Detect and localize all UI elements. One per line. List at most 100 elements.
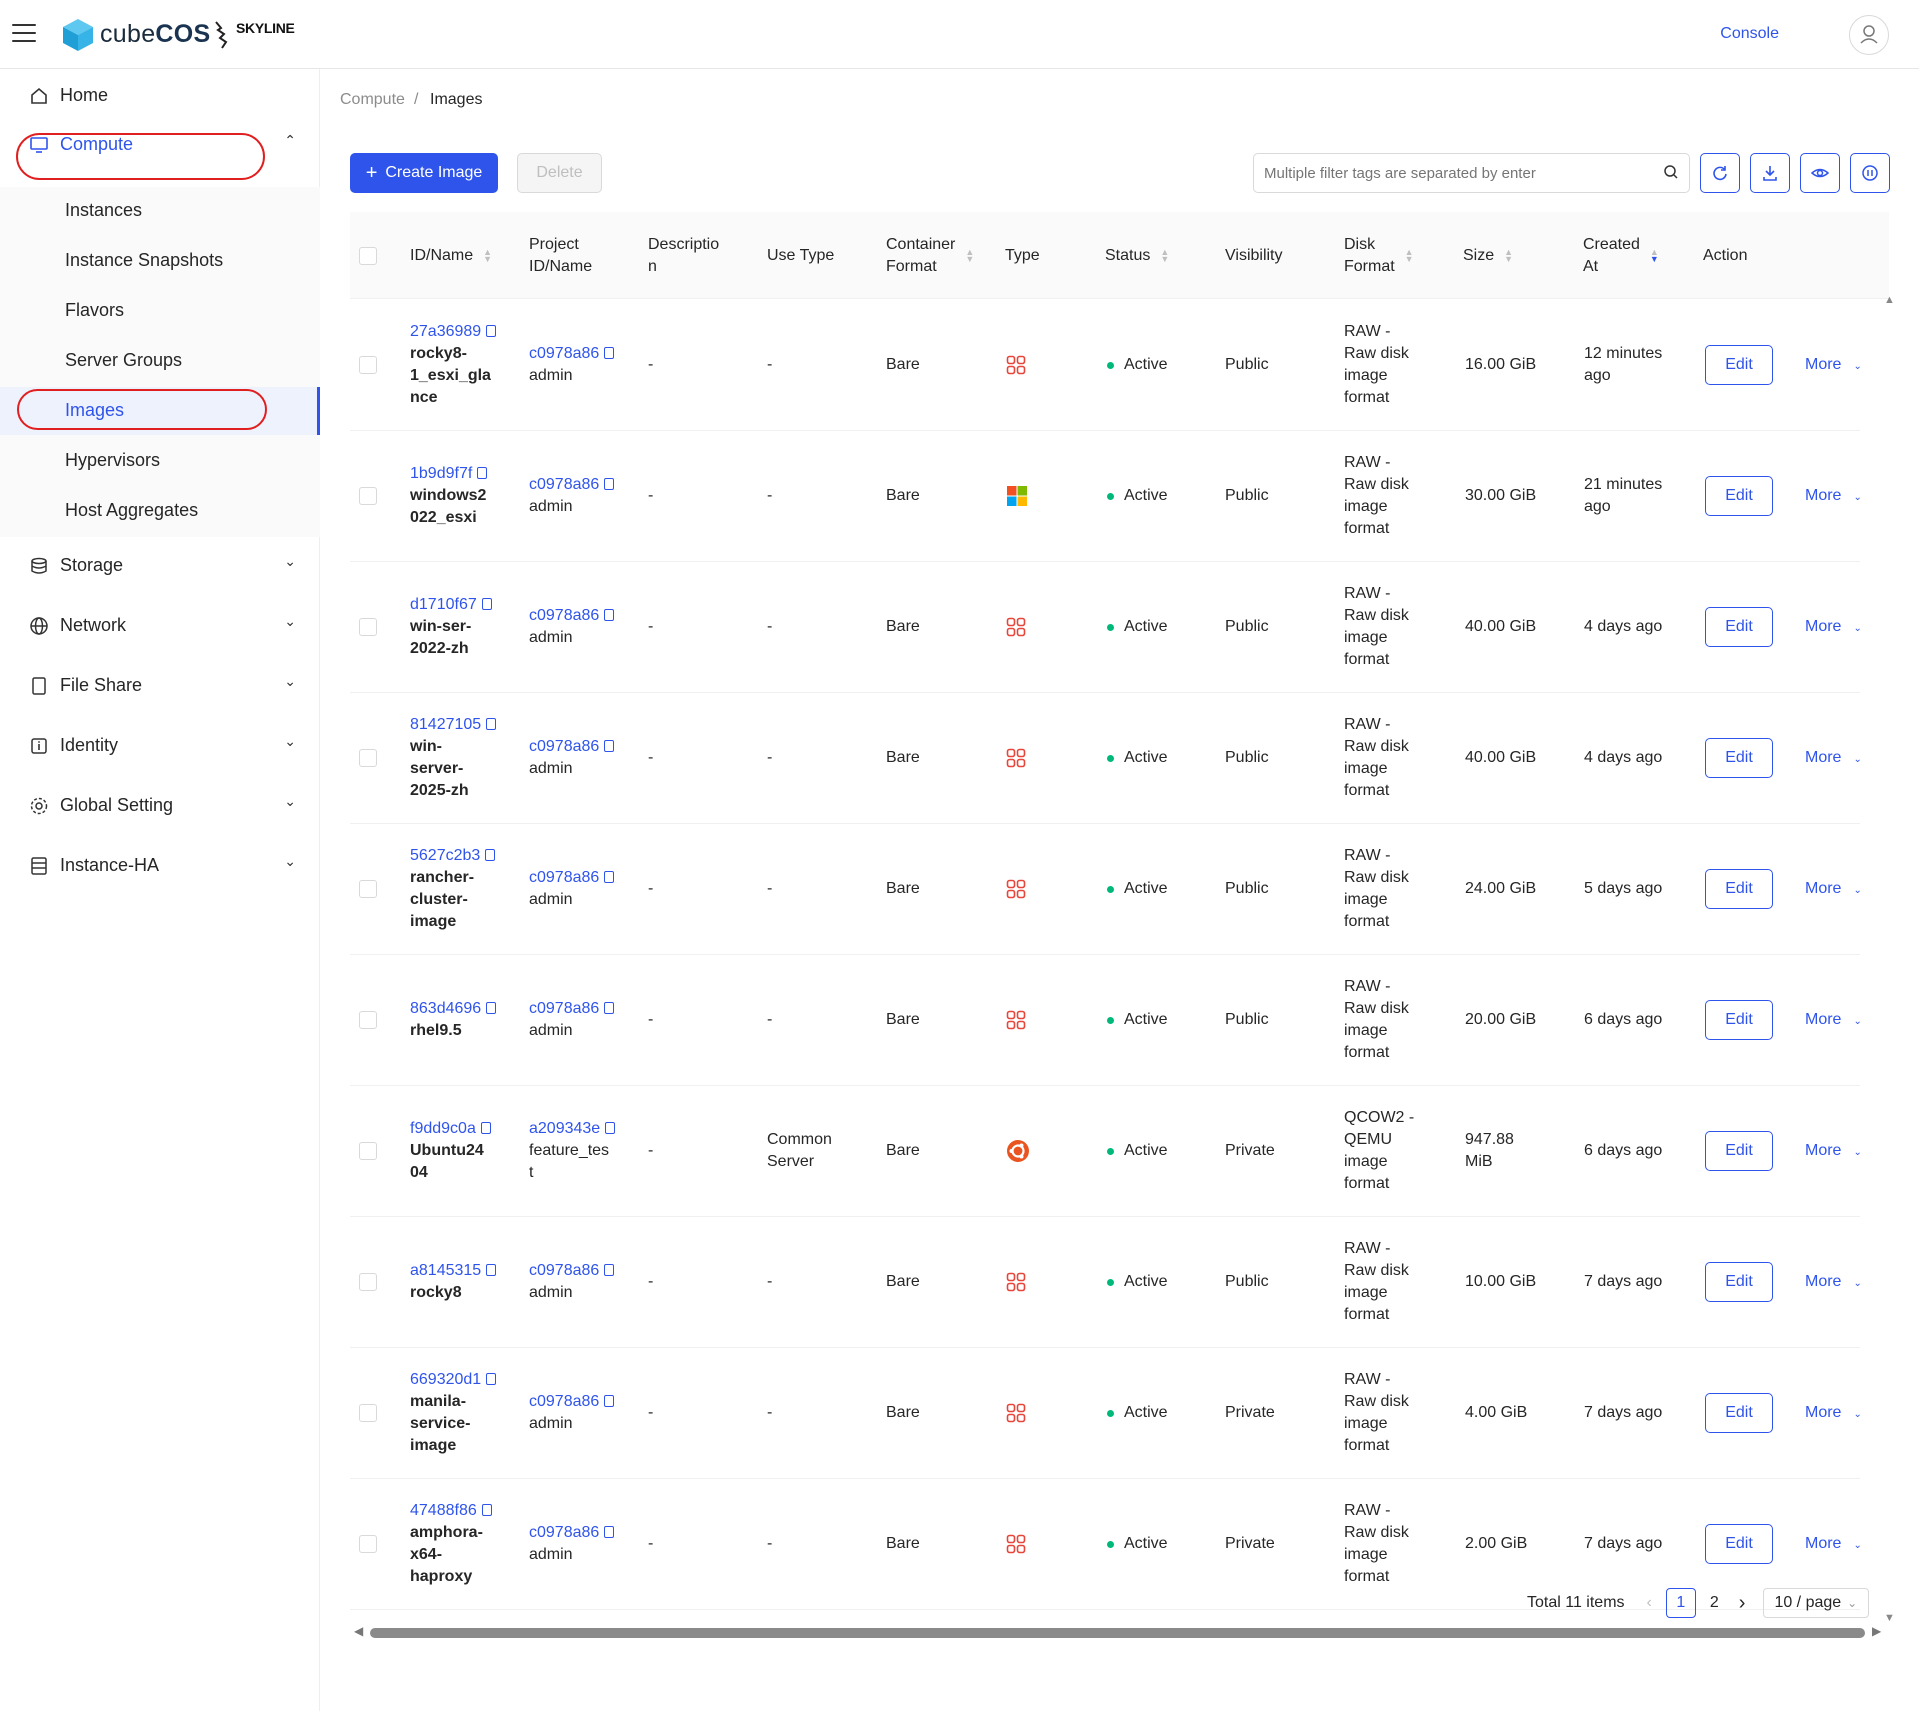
copy-icon[interactable] bbox=[480, 1122, 491, 1134]
col-id-name[interactable]: ID/Name ▲ ▼ bbox=[410, 212, 492, 299]
project-id-link[interactable]: c0978a86 bbox=[529, 738, 599, 755]
row-checkbox[interactable] bbox=[359, 880, 377, 898]
image-id-link[interactable]: 5627c2b3 bbox=[410, 847, 480, 864]
delete-button[interactable]: Delete bbox=[517, 153, 602, 193]
nav-network[interactable]: Network ⌄ bbox=[0, 599, 320, 651]
image-id-link[interactable]: 863d4696 bbox=[410, 1000, 481, 1017]
copy-icon[interactable] bbox=[604, 871, 615, 883]
sidebar-item-instances[interactable]: Instances bbox=[0, 187, 320, 235]
copy-icon[interactable] bbox=[485, 849, 496, 861]
columns-button[interactable] bbox=[1800, 153, 1840, 193]
more-dropdown[interactable]: More ⌄ bbox=[1805, 1404, 1862, 1422]
more-dropdown[interactable]: More ⌄ bbox=[1805, 356, 1862, 374]
copy-icon[interactable] bbox=[604, 740, 615, 752]
image-id-link[interactable]: 1b9d9f7f bbox=[410, 465, 472, 482]
copy-icon[interactable] bbox=[486, 1002, 497, 1014]
col-created-at[interactable]: Created At ▲ ▼ bbox=[1583, 212, 1659, 299]
refresh-button[interactable] bbox=[1700, 153, 1740, 193]
scroll-up-arrow-icon[interactable]: ▲ bbox=[1884, 294, 1895, 306]
nav-file-share[interactable]: File Share ⌄ bbox=[0, 659, 320, 711]
menu-icon[interactable] bbox=[12, 24, 36, 44]
prev-page-icon[interactable]: ‹ bbox=[1647, 1594, 1652, 1612]
search-icon[interactable] bbox=[1663, 164, 1679, 180]
row-checkbox[interactable] bbox=[359, 356, 377, 374]
project-id-link[interactable]: a209343e bbox=[529, 1120, 600, 1137]
edit-button[interactable]: Edit bbox=[1705, 1524, 1773, 1564]
sort-icon[interactable]: ▲ ▼ bbox=[483, 247, 492, 263]
col-disk-format[interactable]: Disk Format ▲ ▼ bbox=[1344, 212, 1414, 299]
copy-icon[interactable] bbox=[477, 467, 488, 479]
image-id-link[interactable]: 81427105 bbox=[410, 716, 481, 733]
row-checkbox[interactable] bbox=[359, 618, 377, 636]
edit-button[interactable]: Edit bbox=[1705, 1393, 1773, 1433]
project-id-link[interactable]: c0978a86 bbox=[529, 345, 599, 362]
filter-search[interactable] bbox=[1253, 153, 1690, 193]
create-image-button[interactable]: + Create Image bbox=[350, 153, 498, 193]
sort-icon[interactable]: ▲ ▼ bbox=[1405, 247, 1414, 263]
more-dropdown[interactable]: More ⌄ bbox=[1805, 1535, 1862, 1553]
sort-icon[interactable]: ▲ ▼ bbox=[1504, 247, 1513, 263]
image-id-link[interactable]: 27a36989 bbox=[410, 323, 481, 340]
edit-button[interactable]: Edit bbox=[1705, 607, 1773, 647]
sidebar-item-hypervisors[interactable]: Hypervisors bbox=[0, 437, 320, 485]
nav-global-setting[interactable]: Global Setting ⌄ bbox=[0, 779, 320, 831]
row-checkbox[interactable] bbox=[359, 1535, 377, 1553]
row-checkbox[interactable] bbox=[359, 1011, 377, 1029]
project-id-link[interactable]: c0978a86 bbox=[529, 607, 599, 624]
col-container-format[interactable]: Container Format ▲ ▼ bbox=[886, 212, 974, 299]
more-dropdown[interactable]: More ⌄ bbox=[1805, 749, 1862, 767]
copy-icon[interactable] bbox=[481, 1504, 492, 1516]
project-id-link[interactable]: c0978a86 bbox=[529, 1524, 599, 1541]
sidebar-item-server-groups[interactable]: Server Groups bbox=[0, 337, 320, 385]
download-button[interactable] bbox=[1750, 153, 1790, 193]
more-dropdown[interactable]: More ⌄ bbox=[1805, 618, 1862, 636]
edit-button[interactable]: Edit bbox=[1705, 1262, 1773, 1302]
nav-instance-ha[interactable]: Instance-HA ⌄ bbox=[0, 839, 320, 891]
project-id-link[interactable]: c0978a86 bbox=[529, 476, 599, 493]
copy-icon[interactable] bbox=[486, 325, 497, 337]
row-checkbox[interactable] bbox=[359, 487, 377, 505]
copy-icon[interactable] bbox=[604, 1002, 615, 1014]
sidebar-item-flavors[interactable]: Flavors bbox=[0, 287, 320, 335]
row-checkbox[interactable] bbox=[359, 1404, 377, 1422]
copy-icon[interactable] bbox=[604, 1526, 615, 1538]
more-dropdown[interactable]: More ⌄ bbox=[1805, 880, 1862, 898]
copy-icon[interactable] bbox=[486, 718, 497, 730]
more-dropdown[interactable]: More ⌄ bbox=[1805, 1142, 1862, 1160]
copy-icon[interactable] bbox=[486, 1264, 497, 1276]
edit-button[interactable]: Edit bbox=[1705, 1000, 1773, 1040]
copy-icon[interactable] bbox=[604, 478, 615, 490]
select-all-checkbox[interactable] bbox=[359, 247, 377, 265]
project-id-link[interactable]: c0978a86 bbox=[529, 869, 599, 886]
scroll-left-arrow-icon[interactable]: ◀ bbox=[354, 1624, 363, 1638]
edit-button[interactable]: Edit bbox=[1705, 476, 1773, 516]
page-1[interactable]: 1 bbox=[1665, 1588, 1696, 1618]
console-link[interactable]: Console bbox=[1720, 25, 1779, 43]
page-size-select[interactable]: 10 / page ⌄ bbox=[1763, 1588, 1870, 1618]
sidebar-item-instance-snapshots[interactable]: Instance Snapshots bbox=[0, 237, 320, 285]
more-dropdown[interactable]: More ⌄ bbox=[1805, 1273, 1862, 1291]
image-id-link[interactable]: d1710f67 bbox=[410, 596, 477, 613]
more-dropdown[interactable]: More ⌄ bbox=[1805, 1011, 1862, 1029]
row-checkbox[interactable] bbox=[359, 1273, 377, 1291]
image-id-link[interactable]: f9dd9c0a bbox=[410, 1120, 476, 1137]
copy-icon[interactable] bbox=[486, 1373, 497, 1385]
scroll-right-arrow-icon[interactable]: ▶ bbox=[1872, 1624, 1881, 1638]
row-checkbox[interactable] bbox=[359, 1142, 377, 1160]
col-status[interactable]: Status ▲ ▼ bbox=[1105, 212, 1169, 299]
pause-button[interactable] bbox=[1850, 153, 1890, 193]
image-id-link[interactable]: a8145315 bbox=[410, 1262, 481, 1279]
project-id-link[interactable]: c0978a86 bbox=[529, 1262, 599, 1279]
copy-icon[interactable] bbox=[481, 598, 492, 610]
copy-icon[interactable] bbox=[604, 1264, 615, 1276]
image-id-link[interactable]: 47488f86 bbox=[410, 1502, 477, 1519]
next-page-icon[interactable]: › bbox=[1739, 1592, 1746, 1615]
project-id-link[interactable]: c0978a86 bbox=[529, 1393, 599, 1410]
copy-icon[interactable] bbox=[604, 347, 615, 359]
more-dropdown[interactable]: More ⌄ bbox=[1805, 487, 1862, 505]
breadcrumb-compute[interactable]: Compute bbox=[340, 91, 405, 109]
project-id-link[interactable]: c0978a86 bbox=[529, 1000, 599, 1017]
search-input[interactable] bbox=[1254, 154, 1644, 192]
edit-button[interactable]: Edit bbox=[1705, 869, 1773, 909]
nav-home[interactable]: Home bbox=[0, 69, 320, 121]
